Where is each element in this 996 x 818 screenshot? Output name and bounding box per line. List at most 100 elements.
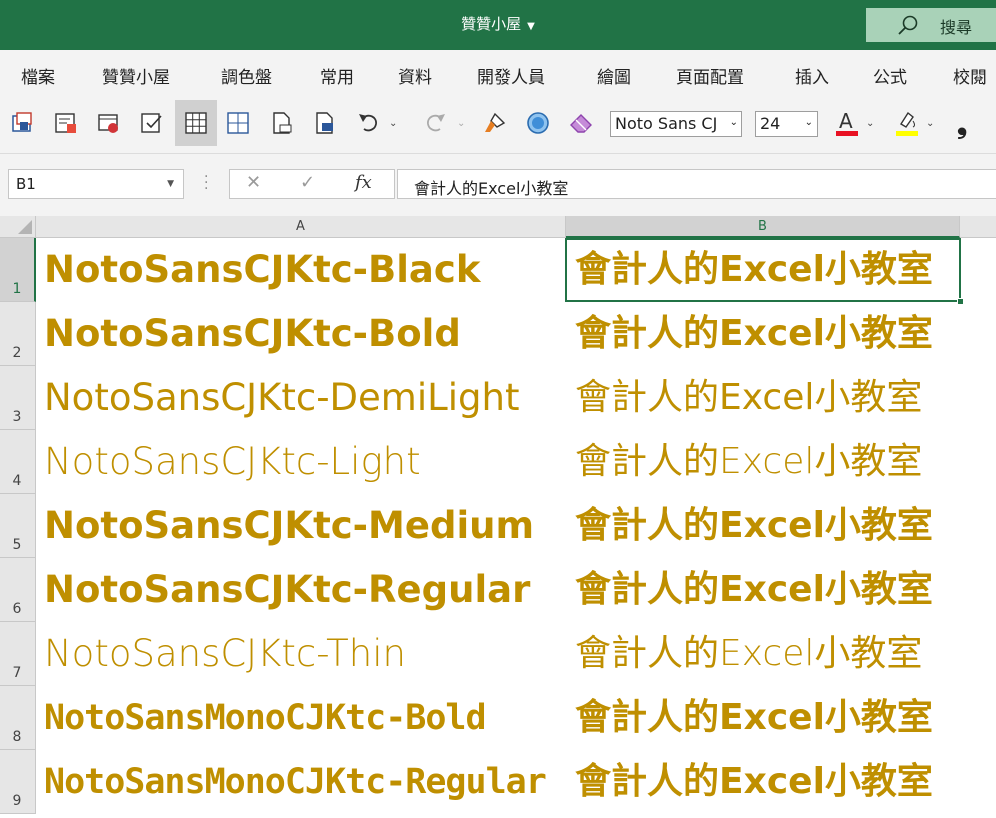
tab-page-layout[interactable]: 頁面配置: [676, 63, 744, 88]
highlight-dropdown-icon[interactable]: ⌄: [926, 118, 934, 129]
font-name-select[interactable]: Noto Sans CJ ⌄: [610, 111, 742, 137]
cell-a2[interactable]: NotoSansCJKtc-Bold: [44, 302, 461, 366]
cell-a6[interactable]: NotoSansCJKtc-Regular: [44, 558, 530, 622]
cell-a5[interactable]: NotoSansCJKtc-Medium: [44, 494, 534, 558]
cell-b4[interactable]: 會計人的Excel小教室: [575, 430, 922, 494]
font-name-value: Noto Sans CJ: [615, 114, 718, 133]
enter-icon[interactable]: ✓: [300, 172, 315, 193]
cell-a3[interactable]: NotoSansCJKtc-DemiLight: [44, 366, 519, 430]
row-header-4[interactable]: 4: [0, 430, 36, 494]
cell-b5[interactable]: 會計人的Excel小教室: [575, 494, 933, 558]
workbook-title[interactable]: 贊贊小屋 ▼: [0, 13, 996, 34]
row-number: 8: [12, 729, 22, 745]
undo-dropdown-icon[interactable]: ⌄: [389, 118, 397, 129]
cell-a9[interactable]: NotoSansMonoCJKtc-Regular: [44, 750, 547, 814]
font-size-select[interactable]: 24 ⌄: [755, 111, 818, 137]
tab-developer[interactable]: 開發人員: [477, 63, 545, 88]
addin-button[interactable]: [5, 104, 41, 142]
print-preview-icon: [316, 112, 333, 134]
row-header-5[interactable]: 5: [0, 494, 36, 558]
row-number: 7: [12, 665, 22, 681]
tab-palette[interactable]: 調色盤: [221, 63, 272, 88]
cell-a4[interactable]: NotoSansCJKtc-Light: [44, 430, 421, 494]
page-button[interactable]: [264, 104, 300, 142]
row-number: 3: [12, 409, 22, 425]
highlight-button[interactable]: [888, 104, 924, 142]
fill-handle[interactable]: [957, 298, 964, 305]
insert-function-icon[interactable]: fx: [355, 172, 372, 193]
ribbon-tabs: 檔案 贊贊小屋 調色盤 常用 資料 開發人員 繪圖 頁面配置 插入 公式 校閱: [0, 50, 996, 96]
redo-dropdown-icon[interactable]: ⌄: [457, 118, 465, 129]
cell-a7[interactable]: NotoSansCJKtc-Thin: [44, 622, 406, 686]
row-header-1[interactable]: 1: [0, 238, 36, 302]
cell-b8[interactable]: 會計人的Excel小教室: [575, 686, 933, 750]
record-macro-icon: [98, 114, 118, 133]
brush-icon: [485, 112, 506, 132]
tab-data[interactable]: 資料: [398, 63, 432, 88]
font-size-dropdown-icon[interactable]: ⌄: [805, 117, 813, 128]
record-button[interactable]: [91, 104, 127, 142]
tab-insert[interactable]: 插入: [795, 63, 829, 88]
row-number: 1: [12, 281, 22, 297]
column-header-b[interactable]: B: [566, 216, 960, 238]
cell-b2[interactable]: 會計人的Excel小教室: [575, 302, 933, 366]
eraser-button[interactable]: [563, 104, 599, 142]
form-button[interactable]: [48, 104, 84, 142]
comma-style-icon[interactable]: ❟: [957, 110, 967, 141]
cell-b9[interactable]: 會計人的Excel小教室: [575, 750, 933, 814]
check-button[interactable]: [134, 104, 170, 142]
cell-b3[interactable]: 會計人的Excel小教室: [575, 366, 922, 430]
font-size-value: 24: [760, 114, 781, 133]
cell-a1[interactable]: NotoSansCJKtc-Black: [44, 238, 480, 302]
format-painter-button[interactable]: [477, 104, 513, 142]
formula-bar-grip-icon[interactable]: · · ·: [204, 170, 208, 196]
row-number: 2: [12, 345, 22, 361]
name-box-dropdown-icon[interactable]: ▼: [167, 179, 174, 189]
row-header-9[interactable]: 9: [0, 750, 36, 814]
name-box[interactable]: B1 ▼: [8, 169, 184, 199]
select-all-corner[interactable]: [0, 216, 36, 238]
title-dropdown-icon[interactable]: ▼: [527, 21, 535, 32]
highlight-icon: [896, 111, 918, 136]
border-grid-button[interactable]: [220, 104, 256, 142]
addin-icon: [12, 112, 32, 132]
cell-b6[interactable]: 會計人的Excel小教室: [575, 558, 933, 622]
select-all-triangle-icon: [18, 220, 32, 234]
row-number: 9: [12, 793, 22, 809]
cell-b1[interactable]: 會計人的Excel小教室: [575, 238, 933, 302]
print-button[interactable]: [307, 104, 343, 142]
name-box-value: B1: [16, 175, 36, 193]
row-header-8[interactable]: 8: [0, 686, 36, 750]
redo-button[interactable]: [418, 104, 454, 142]
formula-input[interactable]: 會計人的Excel小教室: [397, 169, 996, 199]
edit-check-icon: [141, 113, 162, 133]
font-dropdown-icon[interactable]: ⌄: [727, 117, 738, 128]
tab-formulas[interactable]: 公式: [873, 63, 907, 88]
font-color-button[interactable]: A: [828, 104, 864, 142]
title-bar: 贊贊小屋 ▼ 搜尋: [0, 0, 996, 50]
cell-a8[interactable]: NotoSansMonoCJKtc-Bold: [44, 686, 487, 750]
row-header-2[interactable]: 2: [0, 302, 36, 366]
cancel-icon[interactable]: ✕: [246, 172, 261, 193]
row-header-7[interactable]: 7: [0, 622, 36, 686]
font-color-dropdown-icon[interactable]: ⌄: [866, 118, 874, 129]
circle-button[interactable]: [520, 104, 556, 142]
column-header-c[interactable]: [960, 216, 996, 238]
tab-draw[interactable]: 繪圖: [597, 63, 631, 88]
row-header-6[interactable]: 6: [0, 558, 36, 622]
undo-button[interactable]: [350, 104, 386, 142]
tab-home[interactable]: 常用: [320, 63, 354, 88]
svg-text:A: A: [839, 109, 853, 133]
circle-icon: [527, 112, 549, 134]
search-box[interactable]: 搜尋: [866, 8, 996, 42]
search-icon: [898, 15, 918, 35]
tab-review[interactable]: 校閱: [953, 63, 987, 88]
tab-zanzan[interactable]: 贊贊小屋: [102, 63, 170, 88]
form-icon: [55, 113, 76, 133]
cell-b7[interactable]: 會計人的Excel小教室: [575, 622, 922, 686]
tab-file[interactable]: 檔案: [21, 63, 55, 88]
row-header-3[interactable]: 3: [0, 366, 36, 430]
formula-value: 會計人的Excel小教室: [414, 179, 569, 198]
column-header-a[interactable]: A: [36, 216, 566, 238]
all-borders-button[interactable]: [175, 100, 217, 146]
